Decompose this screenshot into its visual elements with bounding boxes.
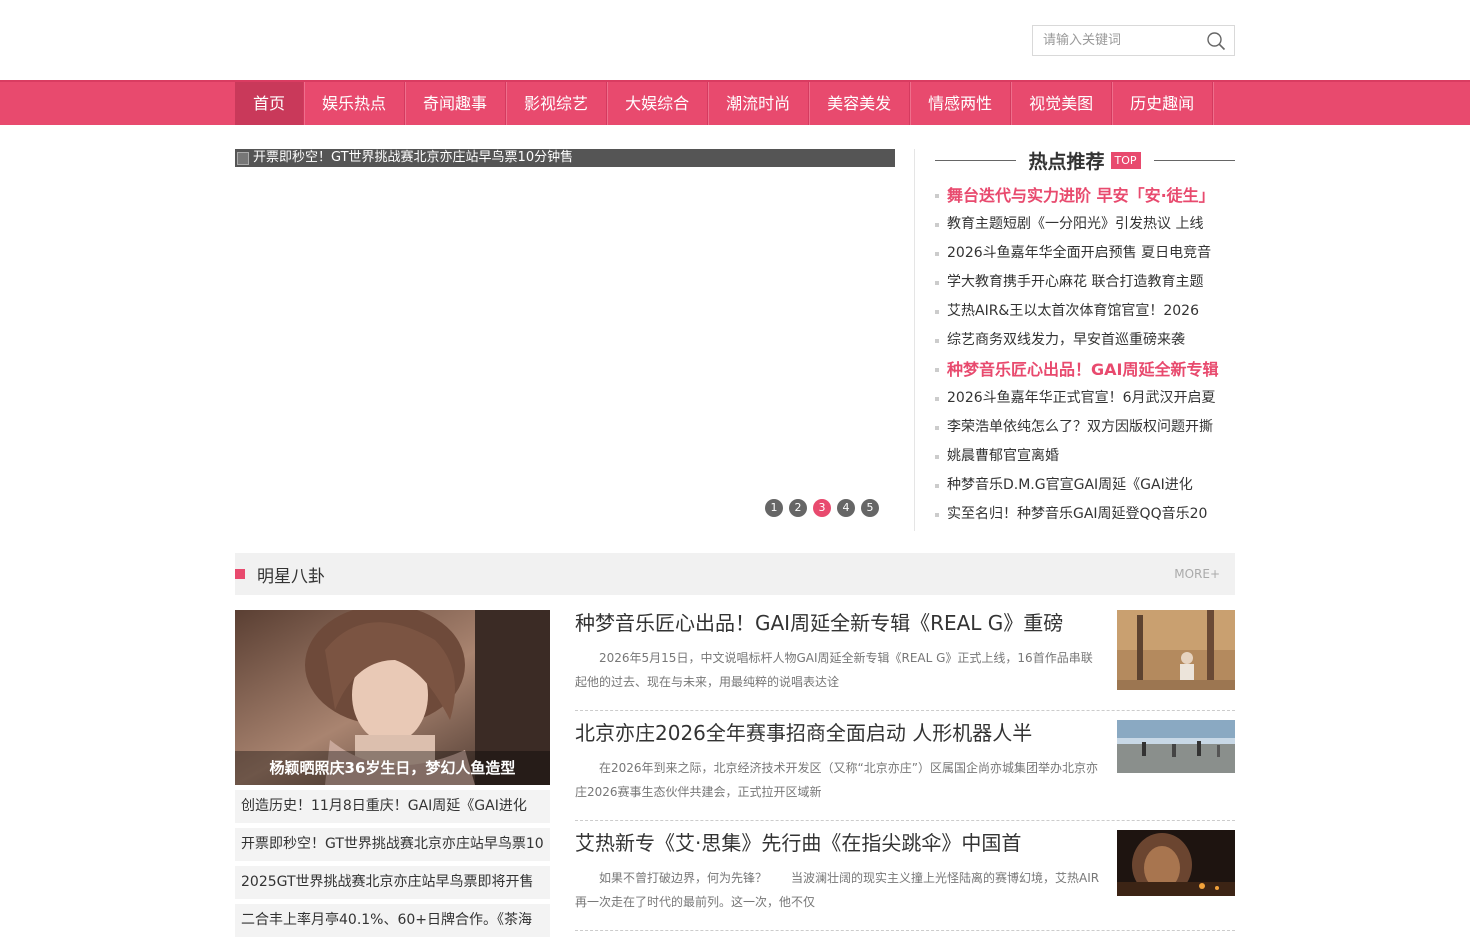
- nav-item[interactable]: 娱乐热点: [304, 82, 406, 125]
- slide-caption: 开票即秒空！GT世界挑战赛北京亦庄站早鸟票10分钟售: [253, 150, 574, 165]
- hot-list-item[interactable]: 教育主题短剧《一分阳光》引发热议 上线: [935, 210, 1235, 239]
- site-header: [235, 0, 1235, 80]
- article-summary: 2026年5月15日，中文说唱标杆人物GAI周延全新专辑《REAL G》正式上线…: [575, 651, 1093, 689]
- article-item: 北京亦庄2026全年赛事招商全面启动 人形机器人半 在2026年到来之际，北京经…: [575, 720, 1235, 821]
- search-input[interactable]: [1033, 26, 1203, 55]
- feature-caption: 杨颖晒照庆36岁生日，梦幻人鱼造型: [235, 751, 550, 785]
- article-thumbnail[interactable]: [1117, 610, 1235, 690]
- left-news-list: 创造历史！11月8日重庆！GAI周延《GAI进化 开票即秒空！GT世界挑战赛北京亦…: [235, 790, 550, 937]
- hot-list-item[interactable]: 种梦音乐匠心出品！GAI周延全新专辑: [935, 355, 1235, 384]
- search-box: [1032, 25, 1235, 56]
- article-title[interactable]: 北京亦庄2026全年赛事招商全面启动 人形机器人半: [575, 720, 1111, 746]
- hot-list-item[interactable]: 2026斗鱼嘉年华正式官宣！6月武汉开启夏: [935, 384, 1235, 413]
- hot-list-item[interactable]: 艾热AIR&王以太首次体育馆官宣！2026: [935, 297, 1235, 326]
- top-badge: TOP: [1110, 151, 1141, 169]
- article-thumbnail[interactable]: [1117, 720, 1235, 773]
- nav-item[interactable]: 历史趣闻: [1112, 82, 1214, 125]
- hot-list-item[interactable]: 综艺商务双线发力，早安首巡重磅来袭: [935, 326, 1235, 355]
- section-body: 杨颖晒照庆36岁生日，梦幻人鱼造型 创造历史！11月8日重庆！GAI周延《GAI…: [235, 610, 1235, 942]
- article-thumbnail[interactable]: [1117, 830, 1235, 896]
- slide-caption-bar[interactable]: 开票即秒空！GT世界挑战赛北京亦庄站早鸟票10分钟售: [235, 149, 895, 167]
- right-column: 种梦音乐匠心出品！GAI周延全新专辑《REAL G》重磅 2026年5月15日，…: [575, 610, 1235, 942]
- list-item[interactable]: 创造历史！11月8日重庆！GAI周延《GAI进化: [235, 790, 550, 823]
- slide-page-dot[interactable]: 1: [765, 499, 783, 517]
- nav-item[interactable]: 大娱综合: [607, 82, 709, 125]
- article-item: 种梦音乐匠心出品！GAI周延全新专辑《REAL G》重磅 2026年5月15日，…: [575, 610, 1235, 711]
- hot-list: 舞台迭代与实力进阶 早安「安·徒生」 教育主题短剧《一分阳光》引发热议 上线 202…: [935, 181, 1235, 529]
- nav-item[interactable]: 影视综艺: [506, 82, 608, 125]
- list-item[interactable]: 2025GT世界挑战赛北京亦庄站早鸟票即将开售: [235, 866, 550, 899]
- more-link[interactable]: MORE+: [1174, 567, 1220, 581]
- nav-item[interactable]: 情感两性: [910, 82, 1012, 125]
- broken-image-icon: [237, 152, 249, 165]
- article-title[interactable]: 种梦音乐匠心出品！GAI周延全新专辑《REAL G》重磅: [575, 610, 1111, 636]
- hot-title: 热点推荐: [1028, 150, 1105, 173]
- feature-card[interactable]: 杨颖晒照庆36岁生日，梦幻人鱼造型: [235, 610, 550, 785]
- slide-page-dot[interactable]: 3: [813, 499, 831, 517]
- page: [235, 0, 1235, 80]
- divider-right: [1153, 159, 1235, 161]
- left-column: 杨颖晒照庆36岁生日，梦幻人鱼造型 创造历史！11月8日重庆！GAI周延《GAI…: [235, 610, 550, 942]
- nav-item[interactable]: 潮流时尚: [708, 82, 810, 125]
- list-item[interactable]: 开票即秒空！GT世界挑战赛北京亦庄站早鸟票10: [235, 828, 550, 861]
- section-header: 明星八卦 MORE+: [235, 553, 1235, 595]
- nav-item[interactable]: 首页: [235, 82, 305, 125]
- hot-list-item[interactable]: 姚晨曹郁官宣离婚: [935, 442, 1235, 471]
- hot-list-item[interactable]: 实至名归！种梦音乐GAI周延登QQ音乐20: [935, 500, 1235, 529]
- hot-header: 热点推荐 TOP: [935, 149, 1235, 173]
- hot-list-item[interactable]: 种梦音乐D.M.G官宣GAI周延《GAI进化: [935, 471, 1235, 500]
- main-nav: 首页 娱乐热点 奇闻趣事 影视综艺 大娱综合 潮流时尚 美容美发 情感两性 视觉美图 历史趣闻: [0, 80, 1470, 125]
- slide-page-dot[interactable]: 5: [861, 499, 879, 517]
- divider-left: [935, 159, 1017, 161]
- article-summary: 在2026年到来之际，北京经济技术开发区（又称“北京亦庄”）区属国企尚亦城集团举…: [575, 761, 1098, 799]
- list-item[interactable]: 二合丰上率月亭40.1%、60+日牌合作。《茶海: [235, 904, 550, 937]
- hot-recommend: 热点推荐 TOP 舞台迭代与实力进阶 早安「安·徒生」 教育主题短剧《一分阳光》引…: [935, 149, 1235, 531]
- article-item: 艾热新专《艾·思集》先行曲《在指尖跳伞》中国首 如果不曾打破边界，何为先锋？ 当…: [575, 830, 1235, 931]
- hot-list-item[interactable]: 李荣浩单依纯怎么了？双方因版权问题开撕: [935, 413, 1235, 442]
- nav-item[interactable]: 视觉美图: [1011, 82, 1113, 125]
- slide-page-dot[interactable]: 2: [789, 499, 807, 517]
- section-title: 明星八卦: [257, 566, 325, 587]
- hot-list-item[interactable]: 2026斗鱼嘉年华全面开启预售 夏日电竞音: [935, 239, 1235, 268]
- slide-pagination: 12345: [765, 499, 879, 517]
- section-marker: [235, 569, 245, 579]
- slide-page-dot[interactable]: 4: [837, 499, 855, 517]
- top-section: 开票即秒空！GT世界挑战赛北京亦庄站早鸟票10分钟售 12345 热点推荐 TO…: [235, 149, 1235, 531]
- hot-list-item[interactable]: 学大教育携手开心麻花 联合打造教育主题: [935, 268, 1235, 297]
- hot-list-item[interactable]: 舞台迭代与实力进阶 早安「安·徒生」: [935, 181, 1235, 210]
- nav-item[interactable]: 美容美发: [809, 82, 911, 125]
- article-summary: 如果不曾打破边界，何为先锋？ 当波澜壮阔的现实主义撞上光怪陆离的赛博幻境，艾热A…: [575, 871, 1100, 909]
- article-title[interactable]: 艾热新专《艾·思集》先行曲《在指尖跳伞》中国首: [575, 830, 1111, 856]
- search-icon[interactable]: [1206, 31, 1226, 51]
- nav-item[interactable]: 奇闻趣事: [405, 82, 507, 125]
- nav-list: 首页 娱乐热点 奇闻趣事 影视综艺 大娱综合 潮流时尚 美容美发 情感两性 视觉美图 历史趣闻: [235, 82, 1235, 125]
- slideshow: 开票即秒空！GT世界挑战赛北京亦庄站早鸟票10分钟售 12345: [235, 149, 915, 531]
